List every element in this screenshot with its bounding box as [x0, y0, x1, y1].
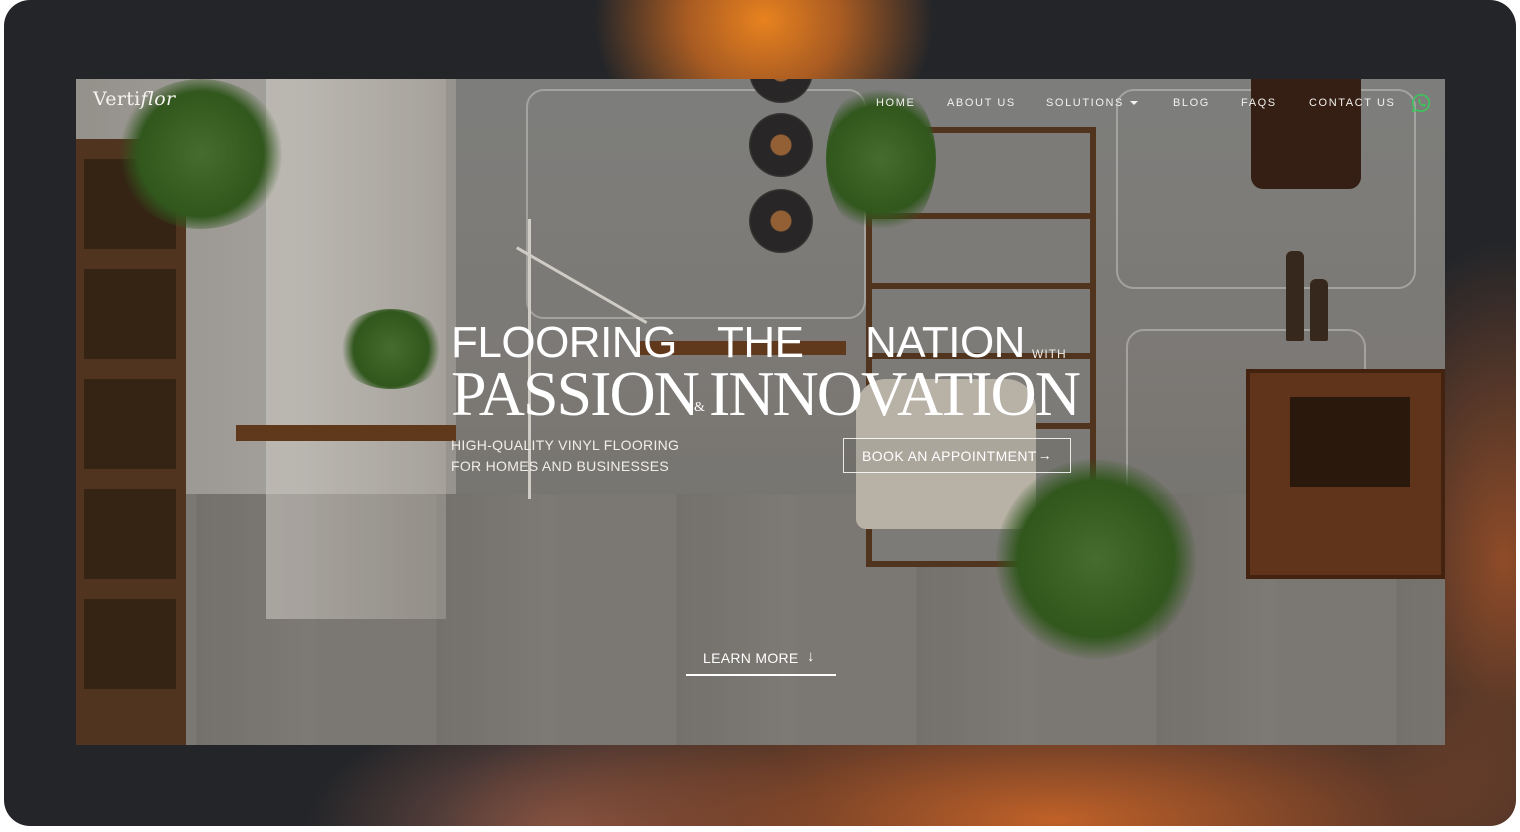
- hero-subtitle-line1: HIGH-QUALITY VINYL FLOORING: [451, 437, 680, 453]
- nav-home[interactable]: HOME: [876, 97, 915, 109]
- chevron-down-icon[interactable]: [1130, 101, 1138, 105]
- whatsapp-icon[interactable]: [1411, 93, 1431, 113]
- learn-more-label: LEARN MORE: [703, 650, 799, 666]
- headline-word-passion: PASSION: [451, 358, 700, 429]
- nav-solutions[interactable]: SOLUTIONS: [1046, 97, 1124, 109]
- logo-text-italic: flor: [140, 88, 176, 110]
- brand-logo[interactable]: Vertiflor: [93, 88, 175, 110]
- hero-subtitle-line2: FOR HOMES AND BUSINESSES: [451, 458, 670, 474]
- headline-ampersand: &: [694, 400, 705, 415]
- nav-faqs[interactable]: FAQS: [1241, 97, 1277, 109]
- book-appointment-button[interactable]: BOOK AN APPOINTMENT →: [843, 438, 1071, 473]
- headline-word-innovation: INNOVATION: [709, 358, 1081, 429]
- nav-blog[interactable]: BLOG: [1173, 97, 1210, 109]
- arrow-right-icon: →: [1037, 447, 1052, 463]
- book-appointment-label: BOOK AN APPOINTMENT: [862, 447, 1037, 464]
- logo-text: Verti: [93, 88, 141, 110]
- nav-contact-us[interactable]: CONTACT US: [1309, 97, 1396, 109]
- nav-about-us[interactable]: ABOUT US: [947, 97, 1016, 109]
- arrow-down-icon: ↓: [807, 648, 815, 665]
- learn-more-link[interactable]: LEARN MORE ↓: [686, 648, 836, 676]
